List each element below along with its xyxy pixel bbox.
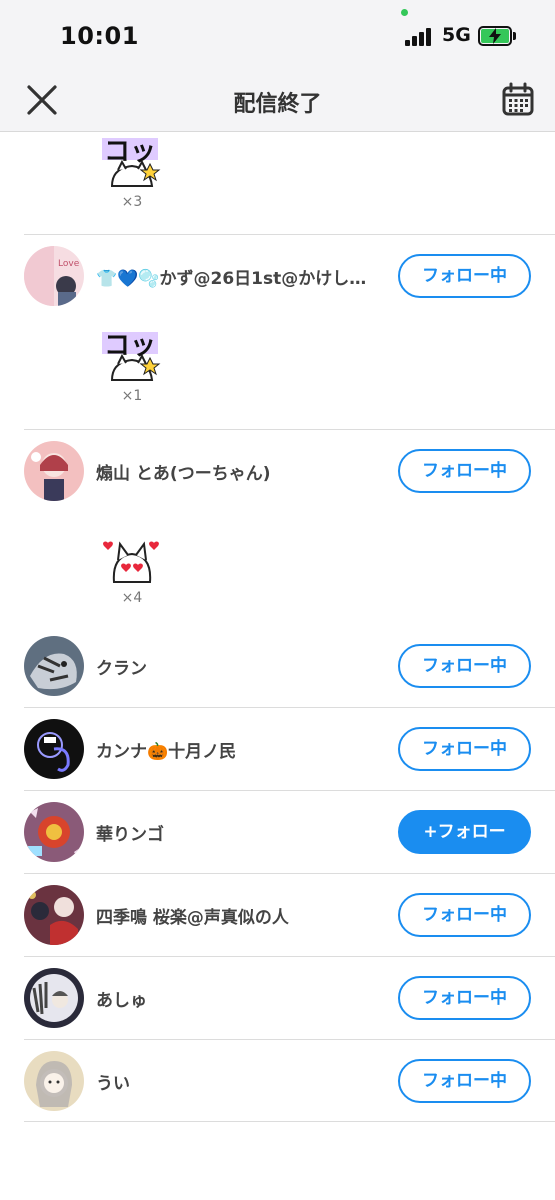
calendar-button[interactable] [500,82,536,118]
avatar[interactable] [24,636,84,696]
avatar[interactable] [24,885,84,945]
calendar-icon [502,82,534,116]
battery-charging-icon [478,26,516,46]
svg-text:コッ: コッ [104,331,156,361]
avatar[interactable] [24,802,84,862]
status-bar: 10:01 5G [0,0,555,70]
kotsu-cat-sticker: コッ [102,137,161,187]
gift-item: コッ ×3 [92,134,172,210]
following-button[interactable]: フォロー中 [398,893,531,937]
divider [24,707,555,708]
following-button[interactable]: フォロー中 [398,254,531,298]
avatar[interactable] [24,719,84,779]
avatar[interactable] [24,441,84,501]
following-button[interactable]: フォロー中 [398,727,531,771]
following-button[interactable]: フォロー中 [398,449,531,493]
page-title: 配信終了 [233,92,322,117]
divider [24,956,555,957]
divider [24,790,555,791]
avatar[interactable] [24,968,84,1028]
divider [24,429,555,430]
gift-count: ×1 [121,388,143,404]
following-button[interactable]: フォロー中 [398,1059,531,1103]
navigation-bar: 配信終了 [0,70,555,132]
privacy-indicator-dot [401,9,408,16]
heart-cat-sticker [103,541,159,583]
viewer-name: あしゅ [96,991,147,1011]
gift-item: ×4 [92,530,172,606]
kotsu-cat-sticker: コッ [102,331,161,381]
follow-button[interactable]: +フォロー [398,810,531,854]
viewer-name: 華りンゴ [96,825,164,845]
network-type-label: 5G [442,24,471,46]
viewer-name: カンナ🎃十月ノ民 [96,742,237,762]
viewer-name: うい [96,1074,130,1094]
divider [24,1121,555,1122]
divider [24,234,555,235]
divider [24,1039,555,1040]
avatar[interactable] [24,1051,84,1111]
viewer-name: 👕💙🫧かず@26日1st@かけしゃ… [96,269,381,289]
viewer-name: クラン [96,659,147,679]
signal-strength-icon [405,28,435,46]
gift-count: ×3 [121,194,143,210]
gift-count: ×4 [121,590,143,606]
viewer-name: 煽山 とあ(つーちゃん) [96,464,271,484]
divider [24,873,555,874]
avatar[interactable]: Love [24,246,84,306]
svg-text:Love: Love [58,259,80,269]
svg-text:コッ: コッ [104,137,156,167]
following-button[interactable]: フォロー中 [398,644,531,688]
status-time: 10:01 [60,22,139,50]
gift-item: コッ ×1 [92,328,172,404]
viewer-name: 四季鳴 桜楽@声真似の人 [96,908,289,928]
following-button[interactable]: フォロー中 [398,976,531,1020]
